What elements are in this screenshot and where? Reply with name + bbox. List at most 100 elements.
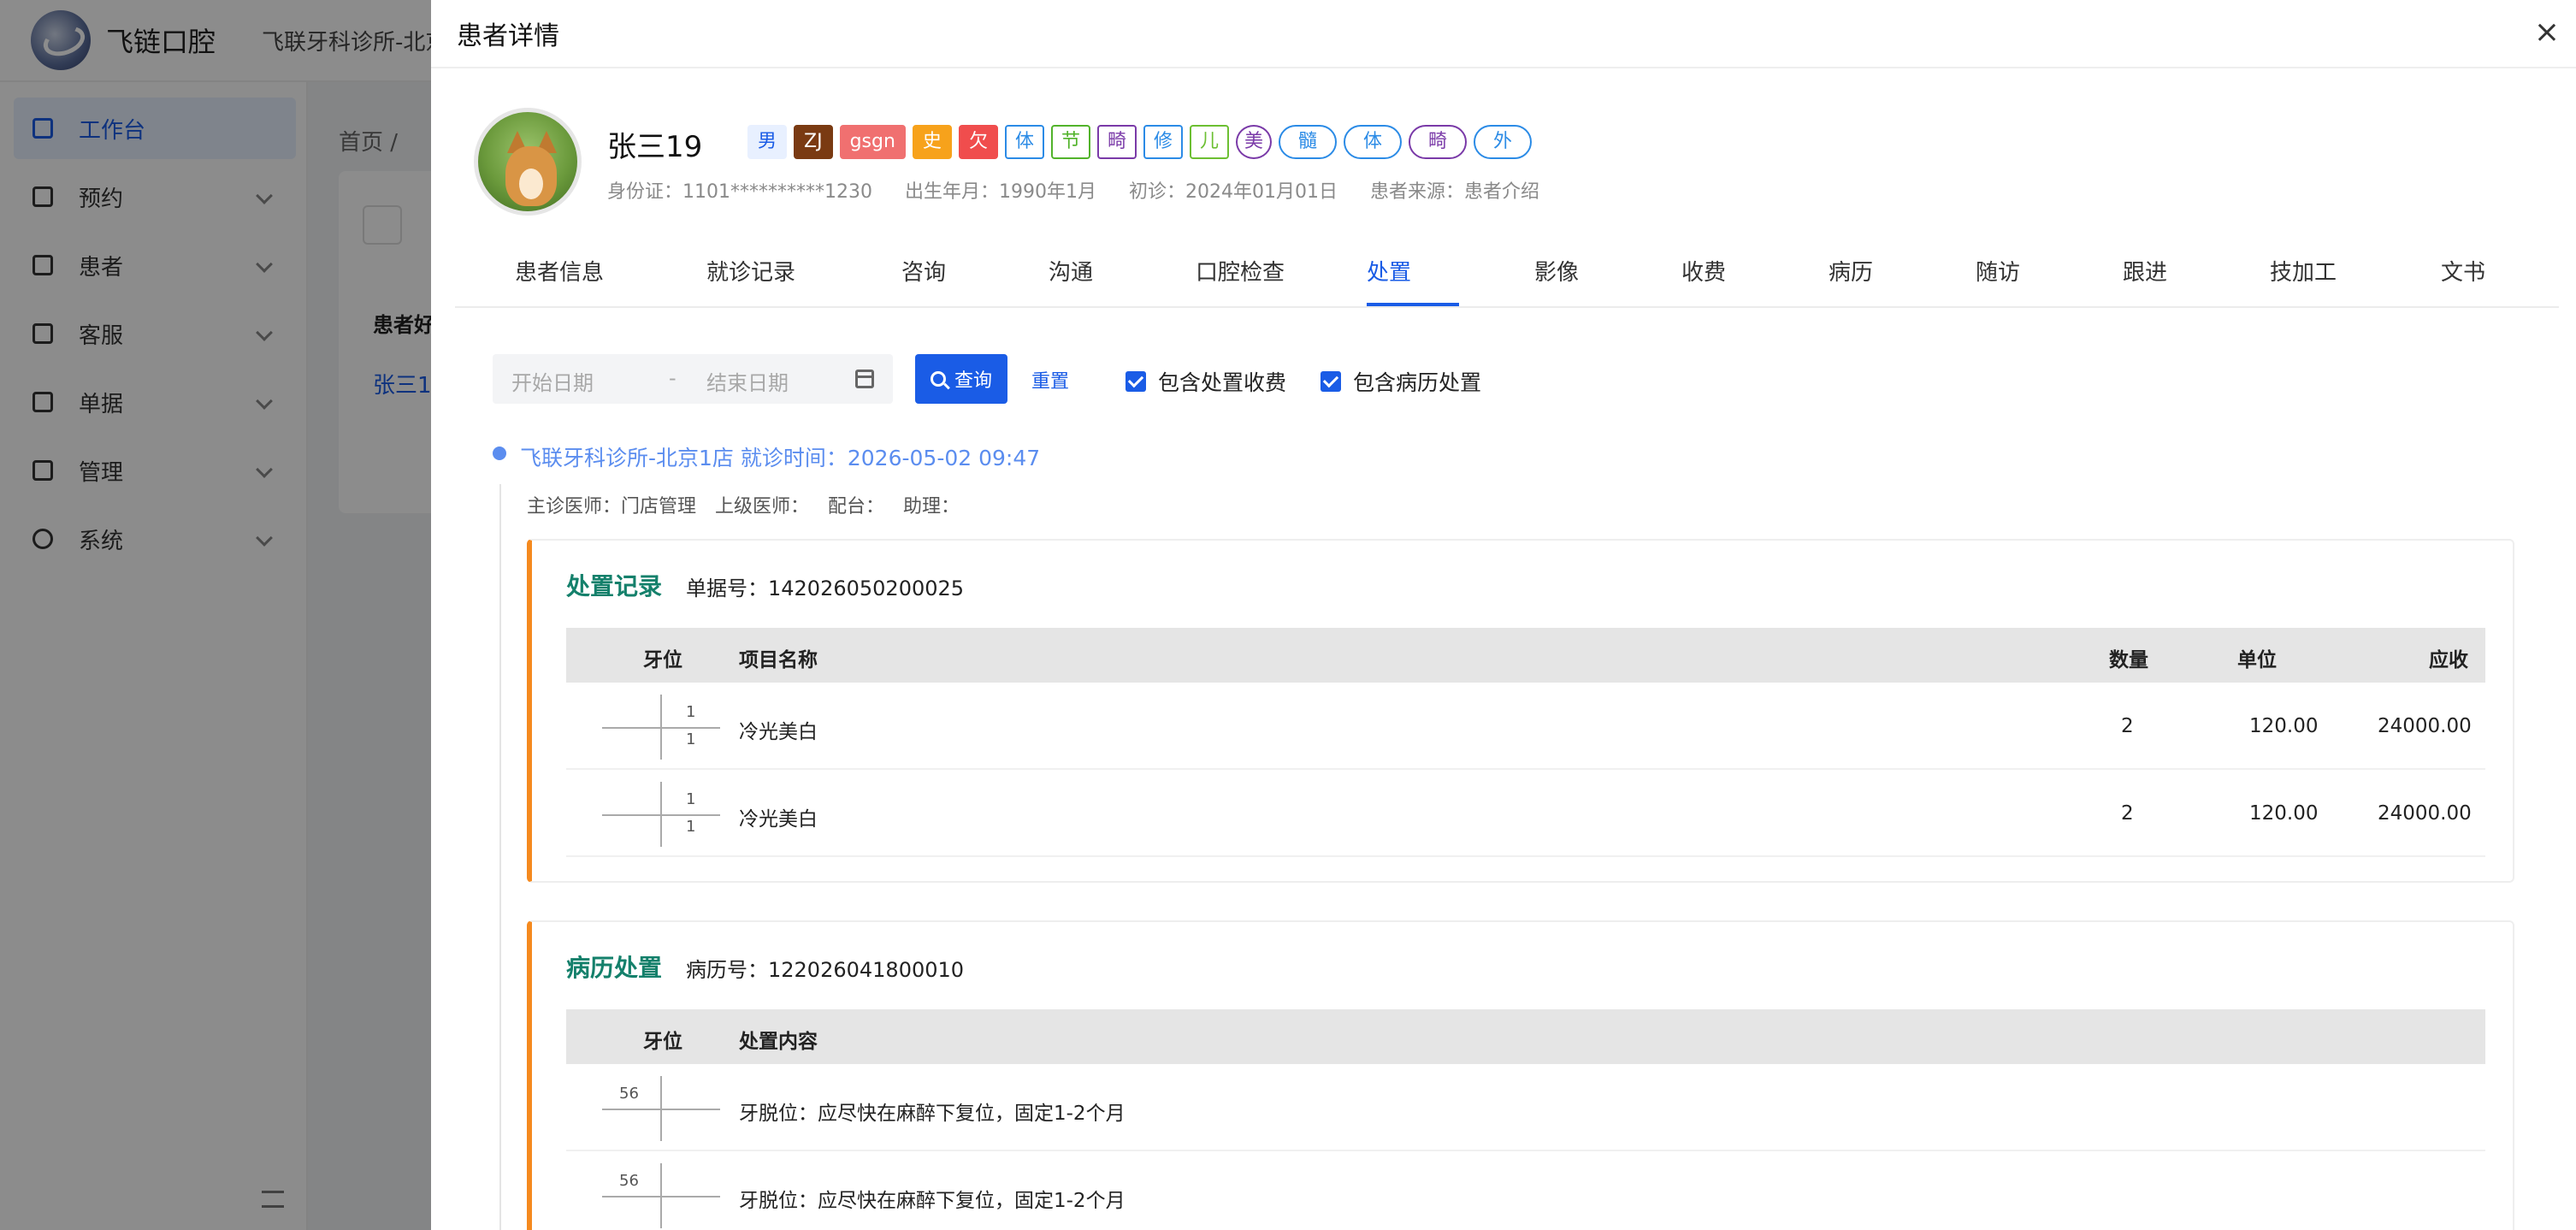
table-row: 56 牙脱位：应尽快在麻醉下复位，固定1-2个月 <box>566 1153 2485 1230</box>
col-content: 处置内容 <box>739 1031 818 1053</box>
include-charge-checkbox[interactable]: 包含处置收费 <box>1126 366 1286 397</box>
date-range-picker[interactable]: 开始日期 - 结束日期 <box>493 354 893 404</box>
patient-tag: 欠 <box>958 125 998 159</box>
visit-title: 飞联牙科诊所-北京1店 就诊时间：2026-05-02 09:47 <box>520 446 1041 470</box>
gender-badge: 男 <box>747 125 788 159</box>
patient-detail-drawer: 患者详情 × 张三19 男 ZJ gsgn 史欠体节畸修儿美髓体畸外 身份证：110… <box>431 0 2576 1230</box>
chair-assistant: 配台： <box>828 496 885 517</box>
tooth-chart: 56 <box>602 1163 720 1228</box>
tooth-chart: 1 1 <box>602 695 720 760</box>
col-amount: 应收 <box>2429 649 2468 671</box>
query-button-label: 查询 <box>954 370 992 392</box>
amount: 24000.00 <box>2378 802 2472 825</box>
patient-name: 张三19 <box>607 130 703 164</box>
patient-tag: 畸 <box>1409 125 1468 159</box>
patient-summary: 张三19 男 ZJ gsgn 史欠体节畸修儿美髓体畸外 身份证：1101******… <box>474 108 2526 219</box>
table-row: 1 1 冷光美白 2 120.00 24000.00 <box>566 772 2485 857</box>
tab-11[interactable]: 技加工 <box>2270 238 2337 308</box>
patient-tag: gsgn <box>839 125 906 159</box>
tab-6[interactable]: 影像 <box>1534 238 1579 308</box>
detail-tabs: 患者信息 就诊记录 咨询 沟通 口腔检查 处置 影像 收费 病历 随访 跟进 技加工 文书 <box>455 238 2559 308</box>
table-header: 牙位 处置内容 <box>566 1009 2485 1064</box>
timeline-line <box>499 484 501 1230</box>
tab-3[interactable]: 沟通 <box>1049 238 1093 308</box>
avatar <box>474 108 582 216</box>
tab-10[interactable]: 跟进 <box>2123 238 2167 308</box>
first-visit: 初诊：2024年01月01日 <box>1128 181 1338 203</box>
query-button[interactable]: 查询 <box>915 354 1007 404</box>
filter-bar: 开始日期 - 结束日期 查询 重置 包含处置收费 包含病历处置 <box>493 354 1519 404</box>
treatment-content: 牙脱位：应尽快在麻醉下复位，固定1-2个月 <box>739 1190 1126 1212</box>
tooth-chart: 56 <box>602 1076 720 1141</box>
tab-0[interactable]: 患者信息 <box>515 238 604 308</box>
record-treatment-title: 病历处置 <box>566 954 663 982</box>
patient-tag: 史 <box>912 125 952 159</box>
checkbox-checked-icon <box>1320 371 1341 392</box>
reset-button[interactable]: 重置 <box>1031 366 1069 393</box>
table-header: 牙位 项目名称 数量 单位 应收 <box>566 628 2485 683</box>
tab-active-indicator <box>1367 303 1459 306</box>
doc-number: 单据号：142026050200025 <box>686 577 965 600</box>
senior-doctor: 上级医师： <box>715 496 810 517</box>
tab-8[interactable]: 病历 <box>1829 238 1873 308</box>
patient-tag: 髓 <box>1279 125 1338 159</box>
tab-5[interactable]: 处置 <box>1367 238 1411 308</box>
table-row: 1 1 冷光美白 2 120.00 24000.00 <box>566 684 2485 770</box>
checkbox-label: 包含病历处置 <box>1353 370 1482 395</box>
item-name: 冷光美白 <box>739 721 818 743</box>
tab-4[interactable]: 口腔检查 <box>1196 238 1285 308</box>
tab-7[interactable]: 收费 <box>1681 238 1726 308</box>
treatment-content: 牙脱位：应尽快在麻醉下复位，固定1-2个月 <box>739 1103 1126 1125</box>
table-row: 56 牙脱位：应尽快在麻醉下复位，固定1-2个月 <box>566 1066 2485 1151</box>
id-card: 身份证：1101**********1230 <box>607 181 872 203</box>
unit-price: 120.00 <box>2249 715 2319 737</box>
close-icon[interactable]: × <box>2530 15 2564 50</box>
visit-staff: 主诊医师：门店管理 上级医师： 配台： 助理： <box>527 491 960 518</box>
record-number: 病历号：122026041800010 <box>686 958 965 982</box>
patient-tag: 外 <box>1474 125 1533 159</box>
treatment-record-title: 处置记录 <box>566 572 663 600</box>
unit-price: 120.00 <box>2249 802 2319 825</box>
patient-tag: 节 <box>1050 125 1090 159</box>
tab-9[interactable]: 随访 <box>1976 238 2020 308</box>
checkbox-label: 包含处置收费 <box>1158 370 1287 395</box>
col-tooth: 牙位 <box>643 1031 682 1053</box>
amount: 24000.00 <box>2378 715 2472 737</box>
include-record-checkbox[interactable]: 包含病历处置 <box>1320 366 1481 397</box>
col-qty: 数量 <box>2109 649 2148 671</box>
quantity: 2 <box>2121 802 2134 825</box>
drawer-header: 患者详情 × <box>431 0 2576 68</box>
patient-info: 身份证：1101**********1230 出生年月：1990年1月 初诊：2… <box>607 176 1539 204</box>
end-date-input[interactable]: 结束日期 <box>706 366 789 396</box>
record-treatment-card: 病历处置 病历号：122026041800010 牙位 处置内容 56 牙脱位：… <box>527 920 2514 1230</box>
col-unit: 单位 <box>2237 649 2277 671</box>
patient-source: 患者来源：患者介绍 <box>1369 181 1539 203</box>
patient-tag: 体 <box>1344 125 1403 159</box>
patient-tag: 美 <box>1236 125 1273 159</box>
assistant: 助理： <box>903 496 960 517</box>
main-doctor: 主诊医师：门店管理 <box>527 496 697 517</box>
date-separator: - <box>669 366 676 390</box>
patient-tag: 畸 <box>1096 125 1137 159</box>
calendar-icon <box>855 370 874 388</box>
treatment-record-card: 处置记录 单据号：142026050200025 牙位 项目名称 数量 单位 应… <box>527 539 2514 883</box>
tab-2[interactable]: 咨询 <box>901 238 946 308</box>
patient-tags: 男 ZJ gsgn 史欠体节畸修儿美髓体畸外 <box>747 125 1533 159</box>
checkbox-checked-icon <box>1126 371 1146 392</box>
col-tooth: 牙位 <box>643 649 682 671</box>
patient-tag: ZJ <box>794 125 833 159</box>
patient-tag: 修 <box>1143 125 1184 159</box>
patient-tag: 儿 <box>1190 125 1230 159</box>
col-item: 项目名称 <box>739 649 818 671</box>
start-date-input[interactable]: 开始日期 <box>511 366 594 396</box>
drawer-title: 患者详情 <box>457 21 559 51</box>
patient-tag: 体 <box>1004 125 1044 159</box>
birth-date: 出生年月：1990年1月 <box>904 181 1096 203</box>
quantity: 2 <box>2121 715 2134 737</box>
tab-1[interactable]: 就诊记录 <box>706 238 795 308</box>
timeline-dot <box>493 446 506 460</box>
tab-12[interactable]: 文书 <box>2441 238 2485 308</box>
search-icon <box>930 371 946 387</box>
item-name: 冷光美白 <box>739 808 818 831</box>
tooth-chart: 1 1 <box>602 782 720 847</box>
